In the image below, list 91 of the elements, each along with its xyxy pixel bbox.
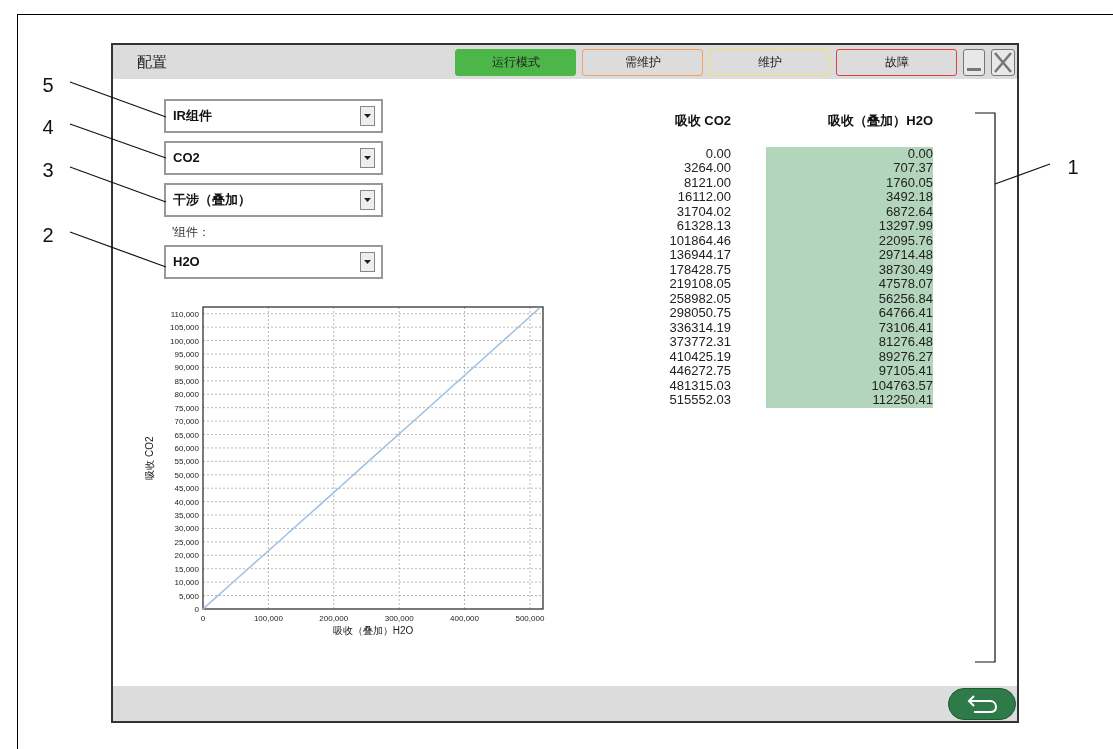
y-tick-label: 50,000: [174, 470, 199, 480]
status-button[interactable]: 故障: [836, 48, 957, 76]
callout-number: 2: [42, 224, 54, 246]
table-cell: 29714.48: [878, 248, 933, 263]
table-cell: 3492.18: [886, 190, 933, 205]
table-cell: 0.00: [907, 146, 933, 161]
y-tick-label: 100,000: [170, 336, 199, 346]
callout-number: 3: [42, 159, 54, 181]
dropdown[interactable]: IR组件: [164, 99, 383, 133]
y-tick-label: 25,000: [174, 537, 199, 547]
y-tick-label: 70,000: [174, 417, 199, 427]
table-cell: 6872.64: [886, 204, 933, 219]
x-tick-label: 200,000: [319, 614, 349, 623]
y-tick-label: 60,000: [174, 443, 199, 453]
table-cell: 136944.17: [669, 248, 731, 263]
table-cell: 104763.57: [871, 378, 933, 393]
leader-line: [994, 163, 1051, 185]
close-button[interactable]: [991, 48, 1015, 76]
table-cell: 336314.19: [669, 320, 731, 335]
dropdown[interactable]: H2O: [164, 245, 383, 279]
column-header: 吸收（叠加）H2O: [827, 112, 933, 130]
y-tick-label: 45,000: [174, 484, 199, 494]
table-cell: 16112.00: [677, 190, 731, 205]
table-cell: 373772.31: [669, 335, 731, 350]
table-cell: 707.37: [893, 161, 933, 176]
y-tick-label: 90,000: [174, 363, 199, 373]
column-header: 吸收 CO2: [673, 112, 731, 130]
table-cell: 0.00: [705, 146, 731, 161]
back-button[interactable]: [948, 687, 1016, 720]
x-tick-label: 100,000: [253, 614, 283, 623]
table-cell: 446272.75: [669, 364, 731, 379]
y-tick-label: 65,000: [174, 430, 199, 440]
callout-number: 1: [1067, 156, 1079, 178]
y-tick-label: 55,000: [174, 457, 199, 467]
table-cell: 38730.49: [878, 262, 933, 277]
y-tick-label: 5,000: [178, 591, 199, 601]
field-label: '组件：: [171, 224, 212, 241]
table-cell: 47578.07: [878, 277, 933, 292]
y-tick-label: 35,000: [174, 511, 199, 521]
y-tick-label: 75,000: [174, 403, 199, 413]
x-tick-label: 0: [200, 614, 206, 623]
x-tick-label: 300,000: [384, 614, 414, 623]
table-cell: 56256.84: [878, 291, 933, 306]
y-tick-label: 15,000: [174, 564, 199, 574]
table-cell: 3264.00: [684, 161, 731, 176]
callout-number: 5: [42, 74, 54, 96]
table-cell: 101864.46: [669, 233, 731, 248]
close-icon: [994, 51, 1012, 73]
y-tick-label: 30,000: [174, 524, 199, 534]
table-cell: 13297.99: [878, 219, 933, 234]
y-axis-title: 吸收 CO2: [144, 436, 155, 480]
table-cell: 22095.76: [878, 233, 933, 248]
dropdown[interactable]: CO2: [164, 141, 383, 175]
table-cell: 97105.41: [878, 364, 933, 379]
table-cell: 515552.03: [669, 393, 731, 408]
table-cell: 258982.05: [669, 291, 731, 306]
table-cell: 73106.41: [878, 320, 933, 335]
status-button[interactable]: 运行模式: [455, 48, 576, 76]
table-cell: 64766.41: [878, 306, 933, 321]
table-cell: 178428.75: [669, 262, 731, 277]
table-cell: 481315.03: [669, 378, 731, 393]
table-cell: 298050.75: [669, 306, 731, 321]
y-tick-label: 95,000: [174, 350, 199, 359]
y-tick-label: 105,000: [170, 323, 199, 333]
window-title: 配置: [137, 51, 167, 72]
dropdown[interactable]: 干涉（叠加）: [164, 183, 383, 217]
minimize-button[interactable]: [963, 48, 985, 76]
table-cell: 1760.05: [886, 175, 933, 190]
table-cell: 81276.48: [878, 335, 933, 350]
y-tick-label: 0: [194, 605, 199, 614]
table-cell: 89276.27: [878, 349, 933, 364]
table-cell: 8121.00: [684, 175, 731, 190]
y-tick-label: 85,000: [174, 376, 199, 386]
x-tick-label: 400,000: [450, 614, 479, 623]
table-cell: 410425.19: [669, 349, 731, 364]
status-button[interactable]: 维护: [709, 48, 830, 76]
callout-number: 4: [42, 116, 54, 138]
status-button[interactable]: 需维护: [582, 48, 703, 76]
table-cell: 112250.41: [872, 393, 933, 408]
table-cell: 31704.02: [676, 204, 731, 219]
y-tick-label: 20,000: [174, 551, 199, 561]
table-cell: 219108.05: [669, 277, 731, 292]
y-tick-label: 110,000: [170, 309, 199, 319]
x-axis-title: 吸收（叠加）H2O: [332, 625, 414, 636]
y-tick-label: 80,000: [174, 390, 199, 400]
minimize-icon: [967, 67, 981, 71]
y-tick-label: 40,000: [174, 497, 199, 507]
y-tick-label: 10,000: [174, 578, 199, 588]
table-cell: 61328.13: [676, 219, 731, 234]
return-icon: [966, 693, 998, 714]
x-tick-label: 500,000: [515, 614, 545, 623]
